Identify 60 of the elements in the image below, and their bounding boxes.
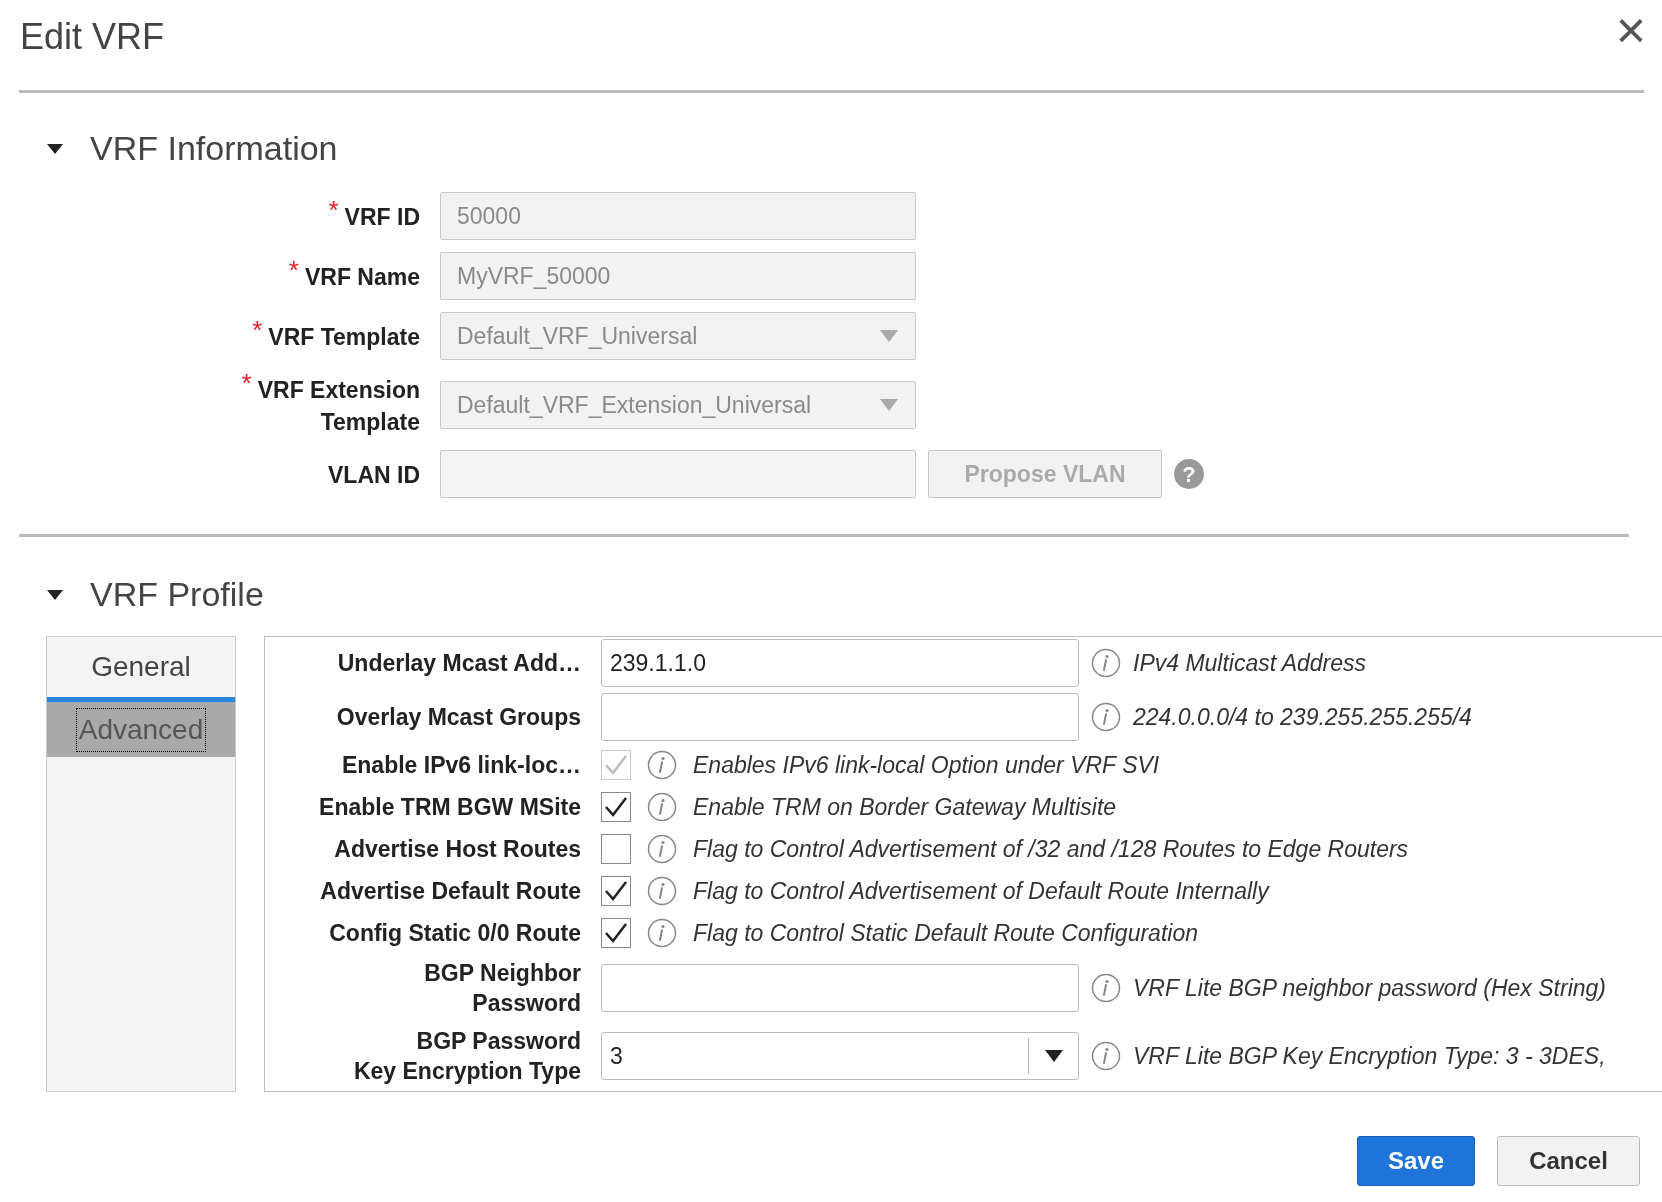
field-label: VRF Template (268, 323, 420, 352)
info-icon (647, 792, 677, 822)
info-icon (1091, 702, 1121, 732)
info-icon (1091, 648, 1121, 678)
setting-description: VRF Lite BGP Key Encryption Type: 3 - 3DES, (1133, 1041, 1606, 1071)
setting-description: IPv4 Multicast Address (1133, 648, 1367, 678)
setting-label: Enable TRM BGW MSite (318, 793, 581, 822)
setting-description: Enable TRM on Border Gateway Multisite (693, 792, 1117, 822)
collapse-triangle-icon[interactable] (46, 587, 64, 602)
dropdown-caret-icon (879, 397, 899, 413)
info-icon (647, 918, 677, 948)
info-icon (647, 876, 677, 906)
input-field[interactable] (440, 450, 916, 498)
dialog-title: Edit VRF (20, 15, 165, 59)
checkbox[interactable] (601, 876, 631, 906)
checkbox[interactable] (601, 792, 631, 822)
info-icon (1091, 973, 1121, 1003)
collapse-triangle-icon[interactable] (46, 141, 64, 156)
setting-description: Flag to Control Advertisement of Default Route Internally (693, 876, 1269, 906)
input-field[interactable]: 239.1.1.0 (601, 639, 1079, 687)
section-title: VRF Profile (90, 574, 264, 615)
field-label: VLAN ID (328, 461, 420, 490)
setting-label: BGP Neighbor Password (423, 959, 581, 1018)
setting-description: 224.0.0.0/4 to 239.255.255.255/4 (1133, 702, 1472, 732)
setting-description: VRF Lite BGP neighbor password (Hex String) (1133, 973, 1606, 1003)
dropdown-field[interactable]: 3 (601, 1032, 1079, 1080)
field-label: VRF Name (304, 263, 420, 292)
propose-vlan-button[interactable]: Propose VLAN (928, 450, 1162, 498)
field-label: VRF ID (344, 203, 420, 232)
required-asterisk: * (241, 372, 252, 394)
setting-label: Config Static 0/0 Route (328, 919, 581, 948)
section-title: VRF Information (90, 128, 338, 169)
required-asterisk: * (288, 259, 299, 281)
checkbox[interactable] (601, 918, 631, 948)
help-icon[interactable]: ? (1174, 459, 1204, 489)
required-asterisk: * (328, 199, 339, 221)
checkbox[interactable] (601, 834, 631, 864)
cancel-button[interactable]: Cancel (1497, 1136, 1640, 1186)
setting-description: Flag to Control Static Default Route Configuration (693, 918, 1198, 948)
dropdown-caret-icon (879, 328, 899, 344)
info-icon (647, 750, 677, 780)
setting-label: Advertise Default Route (319, 877, 581, 906)
setting-description: Enables IPv6 link-local Option under VRF SVI (693, 750, 1160, 780)
info-icon (647, 834, 677, 864)
setting-label: Underlay Mcast Add… (336, 649, 581, 678)
setting-label: BGP Password Key Encryption Type (352, 1027, 581, 1086)
info-icon (1091, 1041, 1121, 1071)
save-button[interactable]: Save (1357, 1136, 1475, 1186)
required-asterisk: * (252, 319, 263, 341)
setting-description: Flag to Control Advertisement of /32 and /128 Routes to Edge Routers (693, 834, 1409, 864)
input-field[interactable] (601, 693, 1079, 741)
tab[interactable]: General (47, 637, 235, 697)
setting-label: Enable IPv6 link-loc… (340, 751, 581, 780)
setting-label: Advertise Host Routes (333, 835, 581, 864)
field-label: VRF Extension Template (257, 376, 420, 437)
tab[interactable]: Advanced (47, 697, 235, 757)
close-button[interactable]: × (1615, 10, 1646, 50)
dropdown-caret-icon (1043, 1048, 1064, 1064)
setting-label: Overlay Mcast Groups (335, 703, 581, 732)
input-field[interactable] (601, 964, 1079, 1012)
